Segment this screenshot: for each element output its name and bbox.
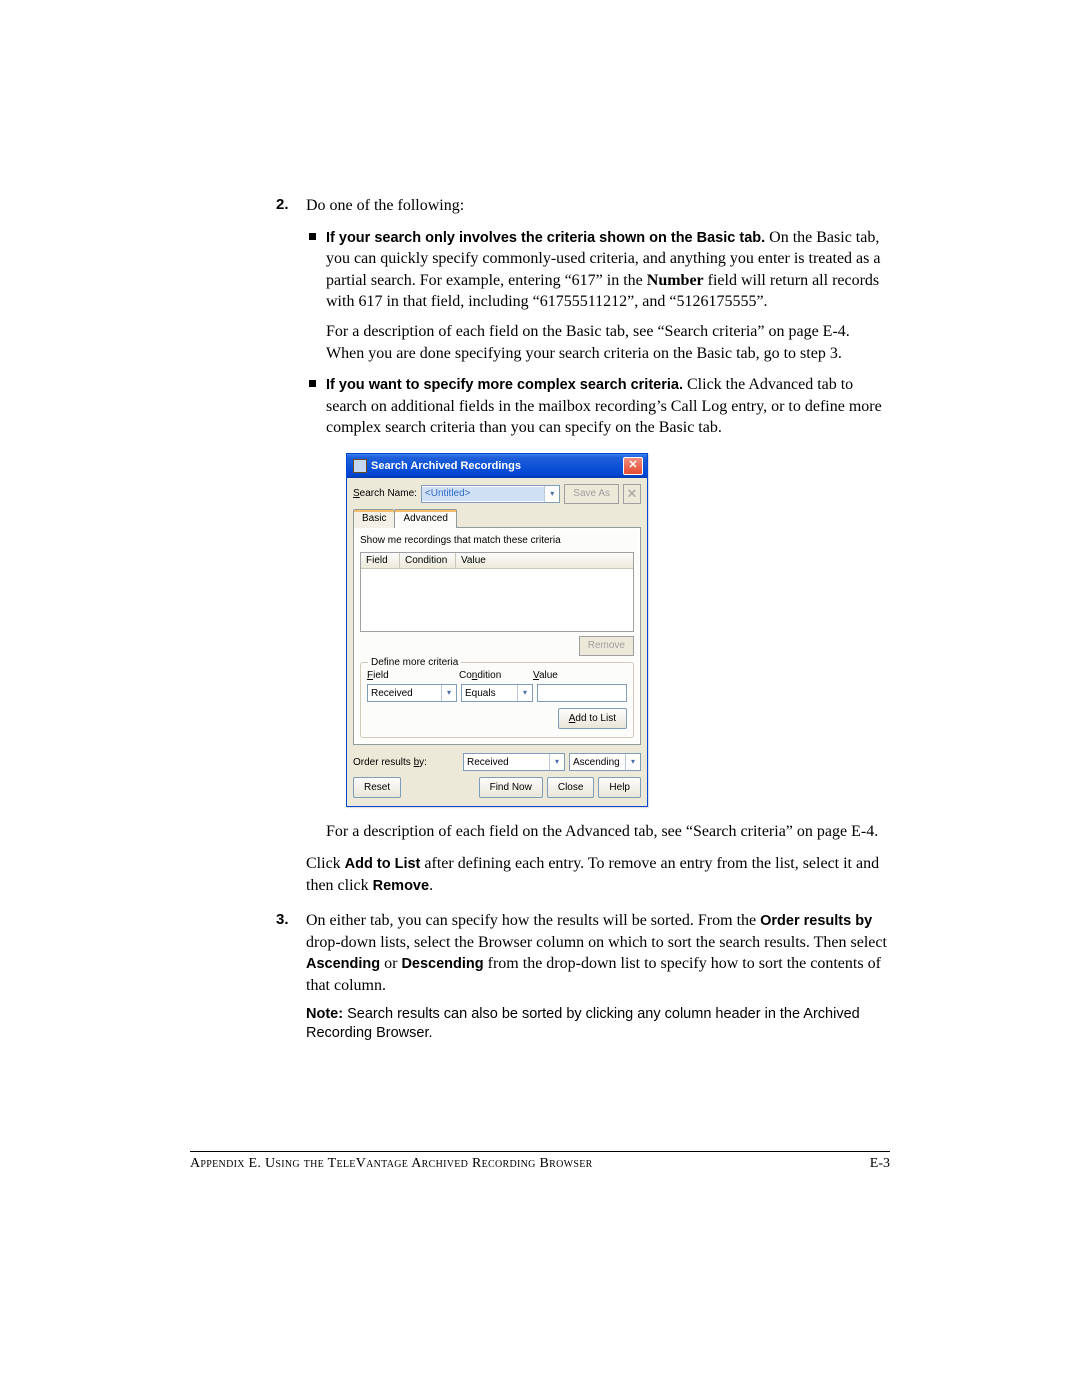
dialog-title: Search Archived Recordings (371, 459, 619, 474)
p2e: . (429, 877, 433, 894)
search-name-label: Search Name: (353, 487, 417, 501)
step-2-number: 2. (276, 195, 289, 215)
col-field[interactable]: Field (361, 553, 400, 569)
tab-advanced[interactable]: Advanced (394, 509, 456, 529)
note-label: Note: (306, 1006, 347, 1022)
criteria-instruction: Show me recordings that match these crit… (360, 534, 634, 548)
order-results-by-bold: Order results by (760, 913, 872, 929)
order-field-combo[interactable]: Received ▾ (463, 753, 565, 771)
condition-combo[interactable]: Equals ▾ (461, 684, 533, 702)
chevron-down-icon[interactable]: ▾ (441, 685, 456, 701)
s3a: On either tab, you can specify how the r… (306, 912, 760, 929)
remove-button[interactable]: Remove (579, 636, 634, 656)
descending-bold: Descending (401, 956, 483, 972)
page-footer: Appendix E. Using the TeleVantage Archiv… (190, 1151, 890, 1172)
close-button[interactable]: Close (547, 777, 595, 798)
add-to-list-button[interactable]: Add to List (558, 708, 627, 729)
search-name-value: <Untitled> (422, 487, 544, 501)
bullet1-para2: For a description of each field on the B… (326, 321, 890, 364)
after-dialog-p1: For a description of each field on the A… (326, 821, 890, 843)
help-button[interactable]: Help (598, 777, 641, 798)
define-inputs-row: Received ▾ Equals ▾ (367, 684, 627, 702)
note-text: Search results can also be sorted by cli… (306, 1006, 860, 1042)
search-dialog: Search Archived Recordings ✕ Search Name… (346, 453, 648, 808)
dialog-body: Search Name: <Untitled> ▾ Save As ✕ Basi… (347, 478, 647, 807)
bullet1-bold: If your search only involves the criteri… (326, 230, 765, 246)
square-bullet-icon (309, 380, 316, 387)
find-now-button[interactable]: Find Now (479, 777, 543, 798)
label-field: Field (367, 669, 455, 683)
add-to-list-bold: Add to List (345, 856, 421, 872)
define-labels-row: Field Condition Value (367, 669, 627, 683)
step-2-lead: Do one of the following: (306, 197, 464, 214)
order-field-value: Received (464, 756, 549, 770)
criteria-grid[interactable]: Field Condition Value (360, 552, 634, 632)
delete-search-button[interactable]: ✕ (623, 484, 641, 504)
bullet2-bold: If you want to specify more complex sear… (326, 377, 683, 393)
dialog-titlebar[interactable]: Search Archived Recordings ✕ (347, 454, 647, 478)
search-name-combo[interactable]: <Untitled> ▾ (421, 485, 560, 503)
fieldset-legend: Define more criteria (368, 656, 461, 670)
label-condition: Condition (459, 669, 529, 683)
order-by-row: Order results by: Received ▾ Ascending ▾ (353, 753, 641, 771)
define-criteria-fieldset: Define more criteria Field Condition Val… (360, 662, 634, 739)
close-icon[interactable]: ✕ (623, 457, 643, 475)
field-value: Received (368, 687, 441, 701)
bullet-advanced-tab: If you want to specify more complex sear… (306, 374, 890, 843)
condition-value: Equals (462, 687, 517, 701)
footer-left: Appendix E. Using the TeleVantage Archiv… (190, 1156, 593, 1172)
s3e: or (380, 955, 401, 972)
grid-header: Field Condition Value (361, 553, 633, 570)
chevron-down-icon[interactable]: ▾ (517, 685, 532, 701)
advanced-tab-panel: Show me recordings that match these crit… (353, 527, 641, 745)
tab-strip: Basic Advanced (353, 508, 641, 528)
order-by-label: Order results by: (353, 756, 427, 770)
reset-button[interactable]: Reset (353, 777, 401, 798)
search-name-row: Search Name: <Untitled> ▾ Save As ✕ (353, 484, 641, 504)
chevron-down-icon[interactable]: ▾ (544, 486, 559, 502)
ascending-bold: Ascending (306, 956, 380, 972)
tab-basic[interactable]: Basic (353, 509, 394, 529)
after-dialog-p2: Click Add to List after defining each en… (306, 853, 890, 896)
app-icon (353, 459, 367, 473)
step-3-number: 3. (276, 910, 289, 930)
step-3: 3. On either tab, you can specify how th… (306, 910, 890, 1044)
col-condition[interactable]: Condition (400, 553, 456, 569)
step-2: 2. Do one of the following: If your sear… (306, 195, 890, 896)
square-bullet-icon (309, 233, 316, 240)
field-combo[interactable]: Received ▾ (367, 684, 457, 702)
col-value[interactable]: Value (456, 553, 633, 569)
order-dir-value: Ascending (570, 756, 625, 770)
bullet-basic-tab: If your search only involves the criteri… (306, 227, 890, 365)
label-value: Value (533, 669, 627, 683)
chevron-down-icon[interactable]: ▾ (549, 754, 564, 770)
remove-bold: Remove (373, 878, 429, 894)
order-dir-combo[interactable]: Ascending ▾ (569, 753, 641, 771)
chevron-down-icon[interactable]: ▾ (625, 754, 640, 770)
p2a: Click (306, 855, 345, 872)
value-input[interactable] (537, 684, 627, 702)
page: 2. Do one of the following: If your sear… (0, 0, 1080, 1397)
footer-page-number: E-3 (870, 1156, 890, 1172)
s3c: drop-down lists, select the Browser colu… (306, 934, 887, 951)
step-3-note: Note: Search results can also be sorted … (306, 1005, 890, 1044)
number-bold: Number (647, 272, 704, 289)
dialog-buttons: Reset Find Now Close Help (353, 777, 641, 798)
save-as-button[interactable]: Save As (564, 484, 619, 504)
